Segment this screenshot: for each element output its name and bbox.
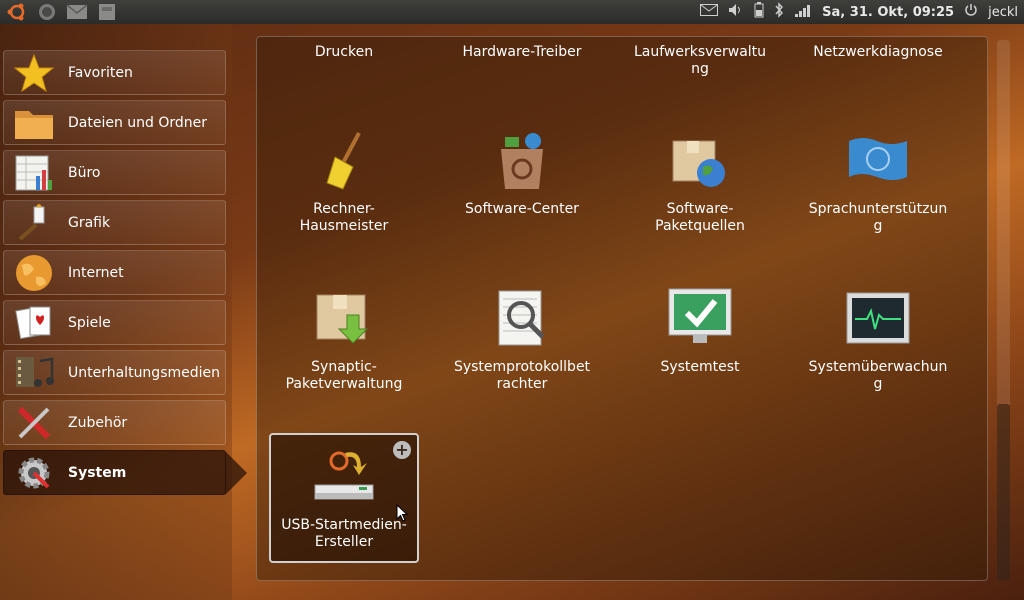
category-spiele[interactable]: Spiele bbox=[3, 300, 226, 345]
category-buero[interactable]: Büro bbox=[3, 150, 226, 195]
scrollbar-thumb[interactable] bbox=[997, 404, 1010, 580]
network-icon[interactable] bbox=[794, 2, 812, 22]
mail-indicator-icon[interactable] bbox=[700, 4, 719, 20]
app-rechner-hausmeister[interactable]: Rechner- Hausmeister bbox=[269, 127, 419, 235]
app-drucken[interactable]: Drucken bbox=[269, 44, 419, 61]
star-icon bbox=[12, 53, 56, 93]
app-label: Systemüberwachun bbox=[808, 359, 948, 375]
category-label: Zubehör bbox=[68, 414, 128, 431]
category-sidebar: Favoriten Dateien und Ordner Büro Grafik… bbox=[0, 24, 247, 600]
category-label: Dateien und Ordner bbox=[68, 114, 208, 131]
check-monitor-icon bbox=[665, 285, 735, 355]
log-viewer-icon bbox=[487, 285, 557, 355]
usb-creator-icon bbox=[309, 443, 379, 513]
category-system[interactable]: System bbox=[3, 450, 247, 495]
category-unterhaltungsmedien[interactable]: Unterhaltungsmedien bbox=[3, 350, 226, 395]
scrollbar[interactable] bbox=[997, 40, 1010, 580]
panel-launchers bbox=[0, 0, 120, 24]
brush-icon bbox=[12, 203, 56, 243]
app-label: Hardware-Treiber bbox=[462, 44, 582, 60]
app-usb-startmedien-ersteller[interactable]: + USB-Startmedien- Ersteller bbox=[269, 433, 419, 563]
app-netzwerkdiagnose[interactable]: Netzwerkdiagnose bbox=[803, 44, 953, 61]
category-label: Spiele bbox=[68, 314, 111, 331]
category-dateien[interactable]: Dateien und Ordner bbox=[3, 100, 226, 145]
app-label: Systemprotokollbet bbox=[453, 359, 591, 375]
files-icon[interactable] bbox=[94, 1, 120, 23]
package-globe-icon bbox=[665, 127, 735, 197]
app-synaptic[interactable]: Synaptic- Paketverwaltung bbox=[269, 285, 419, 393]
app-label: Sprachunterstützun bbox=[808, 201, 948, 217]
broom-icon bbox=[309, 127, 379, 197]
category-label: System bbox=[68, 464, 127, 481]
app-label: Paketverwaltung bbox=[285, 376, 403, 392]
globe-icon bbox=[12, 253, 56, 293]
app-label: Synaptic- bbox=[311, 359, 377, 375]
tools-icon bbox=[12, 403, 56, 443]
app-label: Netzwerkdiagnose bbox=[813, 44, 943, 60]
media-icon bbox=[12, 353, 56, 393]
category-label: Favoriten bbox=[68, 64, 133, 81]
ubuntu-logo-icon[interactable] bbox=[4, 1, 30, 23]
clock[interactable]: Sa, 31. Okt, 09:25 bbox=[822, 5, 954, 20]
app-software-center[interactable]: Software-Center bbox=[447, 127, 597, 218]
battery-icon[interactable] bbox=[754, 2, 764, 22]
app-label: Drucken bbox=[314, 44, 374, 60]
category-favoriten[interactable]: Favoriten bbox=[3, 50, 226, 95]
power-icon[interactable] bbox=[964, 3, 978, 21]
app-hardware-treiber[interactable]: Hardware-Treiber bbox=[447, 44, 597, 61]
category-label: Internet bbox=[68, 264, 124, 281]
volume-icon[interactable] bbox=[728, 3, 744, 21]
system-monitor-icon bbox=[843, 285, 913, 355]
spreadsheet-icon bbox=[12, 153, 56, 193]
app-label: Software-Center bbox=[465, 201, 579, 217]
mouse-cursor-icon bbox=[396, 504, 408, 522]
package-download-icon bbox=[309, 285, 379, 355]
panel-indicators: Sa, 31. Okt, 09:25 jeckl bbox=[700, 0, 1018, 24]
app-label: g bbox=[873, 376, 883, 392]
category-label: Büro bbox=[68, 164, 101, 181]
mail-icon[interactable] bbox=[64, 1, 90, 23]
category-internet[interactable]: Internet bbox=[3, 250, 226, 295]
app-label: Hausmeister bbox=[299, 218, 389, 234]
add-to-favorites-button[interactable]: + bbox=[393, 441, 411, 459]
app-label: g bbox=[873, 218, 883, 234]
app-systemtest[interactable]: Systemtest bbox=[625, 285, 775, 376]
app-grid: Drucken Hardware-Treiber Laufwerksverwal… bbox=[256, 36, 988, 581]
app-label: Paketquellen bbox=[655, 218, 745, 234]
browser-icon[interactable] bbox=[34, 1, 60, 23]
top-panel: Sa, 31. Okt, 09:25 jeckl bbox=[0, 0, 1024, 24]
bluetooth-icon[interactable] bbox=[774, 2, 784, 22]
app-sprachunterstuetzung[interactable]: Sprachunterstützun g bbox=[803, 127, 953, 235]
app-label: rachter bbox=[496, 376, 548, 392]
app-laufwerksverwaltung[interactable]: Laufwerksverwaltu ng bbox=[625, 44, 775, 78]
cards-icon bbox=[12, 303, 56, 343]
gear-icon bbox=[12, 453, 56, 493]
category-zubehoer[interactable]: Zubehör bbox=[3, 400, 226, 445]
folder-icon bbox=[12, 103, 56, 143]
category-label: Unterhaltungsmedien bbox=[68, 364, 221, 381]
app-systemueberwachung[interactable]: Systemüberwachun g bbox=[803, 285, 953, 393]
language-flag-icon bbox=[843, 127, 913, 197]
category-label: Grafik bbox=[68, 214, 111, 231]
software-center-icon bbox=[487, 127, 557, 197]
app-label: Rechner- bbox=[313, 201, 375, 217]
app-label: Software- bbox=[666, 201, 734, 217]
category-grafik[interactable]: Grafik bbox=[3, 200, 226, 245]
app-label: Systemtest bbox=[660, 359, 740, 375]
app-software-paketquellen[interactable]: Software- Paketquellen bbox=[625, 127, 775, 235]
app-label: ng bbox=[691, 61, 709, 77]
app-systemprotokollbetrachter[interactable]: Systemprotokollbet rachter bbox=[447, 285, 597, 393]
app-label: Laufwerksverwaltu bbox=[633, 44, 767, 60]
app-label: Ersteller bbox=[314, 534, 374, 550]
user-name[interactable]: jeckl bbox=[988, 5, 1018, 20]
